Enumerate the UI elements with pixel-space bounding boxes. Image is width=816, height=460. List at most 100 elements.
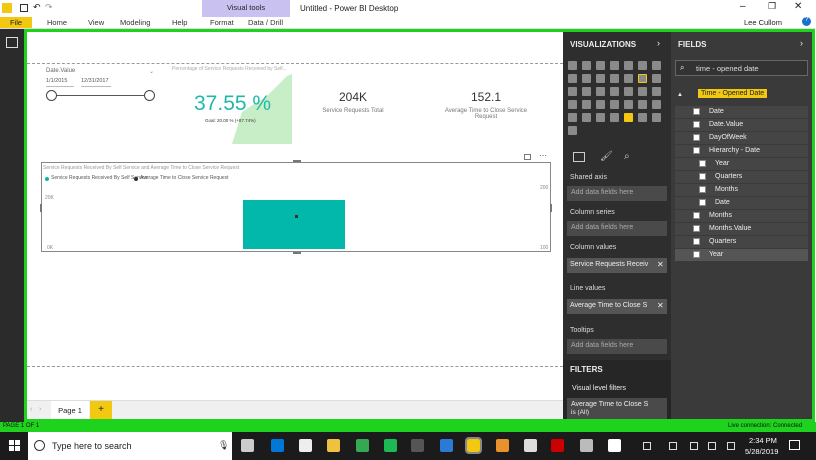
start-icon[interactable]	[9, 440, 20, 451]
date-slicer[interactable]: Date.Value ⌄ 1/1/2015 12/31/2017	[39, 66, 159, 111]
column-series-well[interactable]: Add data fields here	[567, 221, 667, 236]
tab-format[interactable]: Format	[210, 18, 234, 27]
page-prev-icon[interactable]: ‹	[30, 406, 32, 413]
tab-modeling[interactable]: Modeling	[120, 18, 150, 27]
app-icon[interactable]	[411, 439, 424, 452]
edge-icon[interactable]	[271, 439, 284, 452]
remove-line-field-icon[interactable]: ✕	[657, 301, 664, 310]
visual-type-icon[interactable]	[596, 74, 605, 83]
card-service-requests[interactable]: 204K Service Requests Total	[307, 90, 399, 124]
search-input[interactable]: time - opened date	[696, 64, 759, 73]
app-icon[interactable]	[496, 439, 509, 452]
help-icon[interactable]: ?	[802, 17, 811, 26]
visual-type-icon[interactable]	[568, 87, 577, 96]
user-name[interactable]: Lee Cullom	[744, 18, 782, 27]
app-icon[interactable]	[551, 439, 564, 452]
visual-type-icon[interactable]	[582, 113, 591, 122]
visual-type-icon[interactable]	[568, 100, 577, 109]
notifications-icon[interactable]	[789, 440, 800, 450]
visual-type-icon[interactable]	[652, 61, 661, 70]
task-view-icon[interactable]	[241, 439, 254, 452]
visual-type-icon[interactable]	[624, 113, 633, 122]
visual-type-icon[interactable]	[610, 113, 619, 122]
visual-type-icon[interactable]	[610, 74, 619, 83]
field-checkbox[interactable]	[693, 212, 700, 219]
visual-type-icon[interactable]	[568, 113, 577, 122]
table-name[interactable]: Time - Opened Date	[698, 89, 768, 98]
visual-type-icon[interactable]	[610, 87, 619, 96]
tooltips-well[interactable]: Add data fields here	[567, 339, 667, 354]
visual-type-icon[interactable]	[652, 74, 661, 83]
field-item[interactable]: Date.Value	[675, 119, 808, 131]
visual-type-icon[interactable]	[652, 100, 661, 109]
column-bar[interactable]	[243, 200, 345, 249]
minimize-icon[interactable]: –	[740, 1, 746, 12]
field-checkbox[interactable]	[699, 160, 706, 167]
report-canvas[interactable]: Date.Value ⌄ 1/1/2015 12/31/2017 Percent…	[27, 32, 563, 419]
visual-type-icon[interactable]	[596, 100, 605, 109]
powerbi-icon[interactable]	[465, 437, 482, 454]
field-item[interactable]: Hierarchy - Date	[675, 145, 808, 157]
mail-icon[interactable]	[299, 439, 312, 452]
visual-type-icon[interactable]	[652, 113, 661, 122]
explorer-icon[interactable]	[327, 439, 340, 452]
tab-file[interactable]: File	[0, 17, 32, 28]
field-checkbox[interactable]	[693, 238, 700, 245]
visual-type-icon[interactable]	[652, 87, 661, 96]
save-icon[interactable]	[20, 4, 28, 12]
visual-type-icon[interactable]	[610, 61, 619, 70]
app-icon[interactable]	[524, 439, 537, 452]
format-icon[interactable]: 🖌	[600, 151, 613, 162]
kpi-visual[interactable]: Percentage of Service Requests Received …	[172, 66, 292, 146]
analytics-icon[interactable]: ⌕	[624, 151, 630, 162]
column-values-field[interactable]: Service Requests Receiv	[567, 258, 667, 273]
field-checkbox[interactable]	[693, 225, 700, 232]
field-checkbox[interactable]	[693, 121, 700, 128]
slicer-chevron-icon[interactable]: ⌄	[149, 68, 154, 75]
more-options-icon[interactable]: ⋯	[539, 151, 547, 160]
field-checkbox[interactable]	[699, 173, 706, 180]
line-values-field[interactable]: Average Time to Close S	[567, 299, 667, 314]
visual-type-icon[interactable]	[624, 87, 633, 96]
visual-type-icon[interactable]	[638, 100, 647, 109]
field-checkbox[interactable]	[699, 186, 706, 193]
clock-date[interactable]: 5/28/2019	[745, 447, 778, 456]
close-icon[interactable]: ✕	[794, 1, 802, 12]
visual-type-icon[interactable]	[638, 113, 647, 122]
resize-handle-left[interactable]	[40, 204, 42, 212]
combo-chart[interactable]: ⋯ Service Requests Received By Self Serv…	[40, 151, 552, 254]
visual-type-icon[interactable]	[568, 61, 577, 70]
field-checkbox[interactable]	[693, 108, 700, 115]
field-item[interactable]: Year	[675, 158, 808, 170]
visual-type-icon[interactable]	[582, 61, 591, 70]
restore-icon[interactable]: ❐	[768, 1, 776, 12]
pen-icon[interactable]	[727, 442, 735, 450]
card-avg-time[interactable]: 152.1 Average Time to Close Service Requ…	[435, 90, 537, 130]
field-checkbox[interactable]	[693, 147, 700, 154]
tab-data-drill[interactable]: Data / Drill	[248, 18, 283, 27]
visual-type-icon[interactable]	[624, 74, 633, 83]
add-page-button[interactable]: +	[90, 401, 112, 419]
resize-handle-bottom[interactable]	[293, 252, 301, 254]
slicer-start-date[interactable]: 1/1/2015	[46, 78, 74, 87]
visual-type-icon[interactable]	[568, 74, 577, 83]
app-icon[interactable]	[580, 439, 593, 452]
network-icon[interactable]	[690, 442, 698, 450]
tab-help[interactable]: Help	[172, 18, 187, 27]
line-point[interactable]	[295, 215, 298, 218]
visual-type-icon[interactable]	[610, 100, 619, 109]
tab-view[interactable]: View	[88, 18, 104, 27]
redo-icon[interactable]: ↷	[45, 2, 53, 13]
visual-type-icon[interactable]	[568, 126, 577, 135]
visual-type-icon[interactable]	[596, 61, 605, 70]
collapse-viz-icon[interactable]: ›	[657, 38, 660, 48]
field-item[interactable]: Year	[675, 249, 808, 261]
field-item[interactable]: DayOfWeek	[675, 132, 808, 144]
visual-type-icon[interactable]	[624, 100, 633, 109]
visual-type-icon[interactable]	[582, 100, 591, 109]
page-next-icon[interactable]: ›	[39, 406, 41, 413]
app-icon[interactable]	[608, 439, 621, 452]
resize-handle-top[interactable]	[293, 160, 301, 162]
visual-type-icon[interactable]	[638, 87, 647, 96]
field-checkbox[interactable]	[693, 134, 700, 141]
